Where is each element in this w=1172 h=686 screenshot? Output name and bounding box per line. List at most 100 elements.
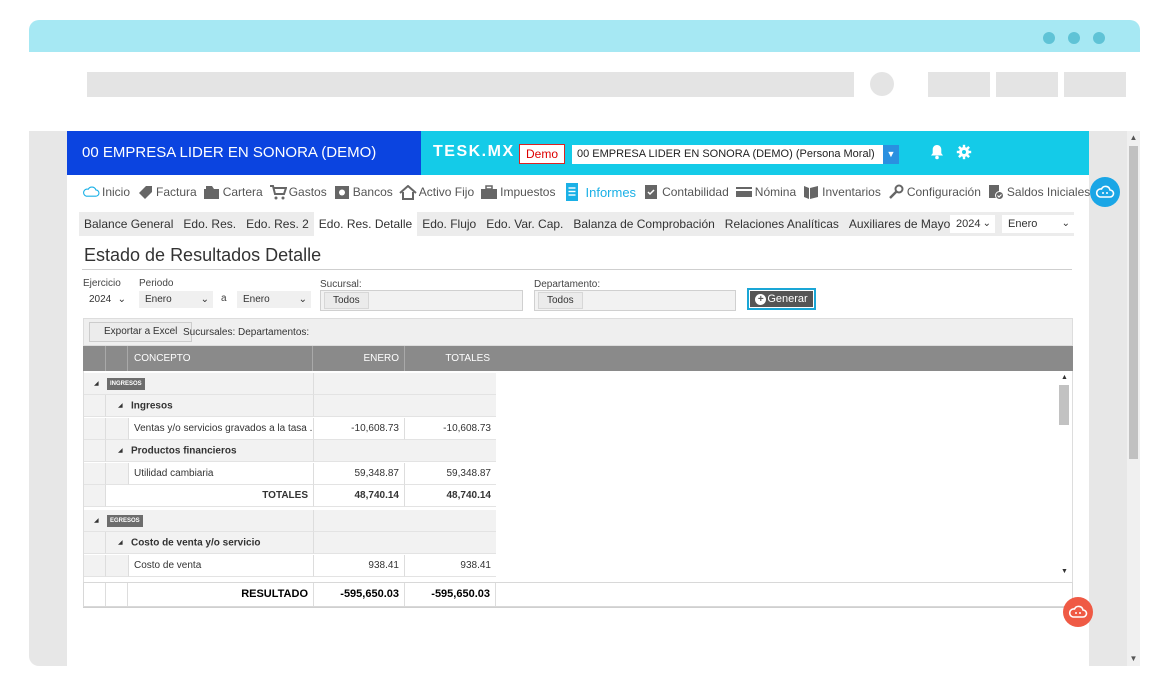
collapse-triangle-icon[interactable]: ◢ [94, 373, 99, 394]
tab-edo-flujo[interactable]: Edo. Flujo [417, 212, 481, 236]
browser-button[interactable] [996, 72, 1058, 97]
house-icon [399, 184, 417, 200]
month-select[interactable]: Enero ⌄ [1002, 215, 1074, 233]
table-row[interactable]: ◢ EGRESOS [84, 510, 496, 532]
column-header-enero[interactable]: ENERO [313, 346, 399, 371]
divider [82, 269, 1072, 270]
tab-auxiliares-mayor[interactable]: Auxiliares de Mayor [844, 212, 959, 236]
table-row[interactable]: TOTALES 48,740.14 48,740.14 [84, 485, 496, 507]
group-label: Productos financieros [130, 445, 237, 457]
cloud-icon [82, 184, 100, 200]
ejercicio-label: Ejercicio [83, 278, 121, 289]
floating-cloud-icon[interactable] [1090, 177, 1120, 207]
periodo-separator: a [221, 293, 227, 304]
company-select-value: 00 EMPRESA LIDER EN SONORA (DEMO) (Perso… [577, 148, 875, 160]
periodo-from-select[interactable]: Enero ⌄ [139, 291, 213, 308]
group-label: Ingresos [130, 400, 173, 412]
nav-item-activo-fijo[interactable]: Activo Fijo [399, 184, 474, 200]
grid-body: ◢ INGRESOS ◢ Ingresos Ventas y/o servici… [83, 371, 1073, 582]
row-totales: -10,608.73 [405, 418, 496, 440]
briefcase-icon [480, 184, 498, 200]
nav-item-configuracion[interactable]: Configuración [887, 184, 981, 200]
browser-circle-button[interactable] [870, 72, 894, 96]
bell-icon[interactable] [930, 144, 944, 165]
column-separator [127, 346, 128, 371]
nav-item-informes[interactable]: Informes [561, 182, 636, 202]
year-select[interactable]: 2024 ⌄ [950, 215, 995, 233]
subtotal-label: TOTALES [106, 485, 313, 507]
grid-scroll-thumb[interactable] [1059, 385, 1069, 425]
folder-icon [203, 184, 221, 200]
address-bar[interactable] [87, 72, 854, 97]
tab-balanza-comprobacion[interactable]: Balanza de Comprobación [568, 212, 719, 236]
browser-button[interactable] [928, 72, 990, 97]
table-row[interactable]: Utilidad cambiaria 59,348.87 59,348.87 [84, 463, 496, 485]
browser-top-bar [29, 20, 1140, 52]
departamento-multiselect[interactable]: Todos [534, 290, 736, 311]
collapse-triangle-icon[interactable]: ◢ [118, 532, 123, 553]
page-scrollbar[interactable]: ▲ ▼ [1127, 131, 1140, 666]
nav-item-inventarios[interactable]: Inventarios [802, 184, 881, 200]
collapse-triangle-icon[interactable]: ◢ [118, 440, 123, 461]
nav-item-bancos[interactable]: Bancos [333, 184, 393, 200]
demo-badge: Demo [519, 144, 565, 164]
nav-item-nomina[interactable]: Nómina [735, 184, 796, 200]
row-concepto: Costo de venta [129, 555, 313, 577]
scroll-down-icon[interactable]: ▼ [1057, 568, 1072, 575]
nav-item-contabilidad[interactable]: Contabilidad [642, 184, 729, 200]
row-enero: -10,608.73 [313, 418, 405, 440]
generate-button[interactable]: + Generar [747, 288, 816, 310]
row-concepto: Ventas y/o servicios gravados a la tasa … [129, 418, 313, 440]
grid-toolbar: Exportar a Excel Sucursales: Departament… [83, 318, 1073, 346]
row-enero: 938.41 [313, 555, 405, 577]
dropdown-caret-icon[interactable]: ▼ [883, 145, 899, 164]
tab-relaciones-analiticas[interactable]: Relaciones Analíticas [720, 212, 844, 236]
export-excel-button[interactable]: Exportar a Excel [89, 322, 193, 342]
browser-button[interactable] [1064, 72, 1126, 97]
grid-header-scroll-gap [1057, 346, 1073, 371]
table-row[interactable]: ◢ Ingresos [84, 395, 496, 417]
departamento-tag[interactable]: Todos [538, 292, 583, 309]
tab-balance-general[interactable]: Balance General [79, 212, 178, 236]
tab-edo-var-cap[interactable]: Edo. Var. Cap. [481, 212, 568, 236]
sucursal-tag[interactable]: Todos [324, 292, 369, 309]
nav-item-inicio[interactable]: Inicio [82, 184, 130, 200]
table-row[interactable]: Ventas y/o servicios gravados a la tasa … [84, 418, 496, 440]
column-header-concepto[interactable]: CONCEPTO [134, 346, 191, 371]
page-title: Estado de Resultados Detalle [84, 245, 322, 265]
nav-item-cartera[interactable]: Cartera [203, 184, 263, 200]
periodo-to-select[interactable]: Enero ⌄ [237, 291, 311, 308]
table-row[interactable]: ◢ INGRESOS [84, 373, 496, 395]
sucursal-multiselect[interactable]: Todos [320, 290, 523, 311]
scroll-thumb[interactable] [1129, 146, 1138, 459]
periodo-label: Periodo [139, 278, 174, 289]
scroll-up-icon[interactable]: ▲ [1127, 131, 1140, 145]
tab-edo-res-2[interactable]: Edo. Res. 2 [241, 212, 314, 236]
collapse-triangle-icon[interactable]: ◢ [118, 395, 123, 416]
company-select[interactable]: 00 EMPRESA LIDER EN SONORA (DEMO) (Perso… [572, 145, 899, 164]
column-header-totales[interactable]: TOTALES [405, 346, 490, 371]
nav-item-factura[interactable]: Factura [136, 184, 197, 200]
nav-item-saldos-iniciales[interactable]: Saldos Iniciales [987, 184, 1090, 200]
tag-icon [136, 184, 154, 200]
company-title: 00 EMPRESA LIDER EN SONORA (DEMO) [82, 144, 377, 161]
gear-icon[interactable] [956, 144, 972, 165]
resultado-totales: -595,650.03 [405, 583, 496, 606]
cart-icon [269, 184, 287, 200]
table-row[interactable]: ◢ Costo de venta y/o servicio [84, 532, 496, 554]
table-row[interactable]: Costo de venta 938.41 938.41 [84, 555, 496, 577]
collapse-triangle-icon[interactable]: ◢ [94, 510, 99, 531]
nav-item-impuestos[interactable]: Impuestos [480, 184, 555, 200]
grid-scrollbar[interactable]: ▲ ▼ [1057, 372, 1072, 580]
chevron-down-icon: ⌄ [982, 218, 991, 229]
brand-logo: TESK.MX [433, 143, 515, 160]
tab-edo-res[interactable]: Edo. Res. [178, 212, 241, 236]
grid-footer: RESULTADO -595,650.03 -595,650.03 [83, 582, 1073, 607]
table-row[interactable]: ◢ Productos financieros [84, 440, 496, 462]
scroll-down-icon[interactable]: ▼ [1127, 652, 1140, 666]
ejercicio-select[interactable]: 2024 ⌄ [83, 291, 130, 308]
scroll-up-icon[interactable]: ▲ [1057, 374, 1072, 381]
tab-edo-res-detalle[interactable]: Edo. Res. Detalle [313, 212, 418, 236]
nav-item-gastos[interactable]: Gastos [269, 184, 327, 200]
floating-chat-icon[interactable] [1063, 597, 1093, 627]
